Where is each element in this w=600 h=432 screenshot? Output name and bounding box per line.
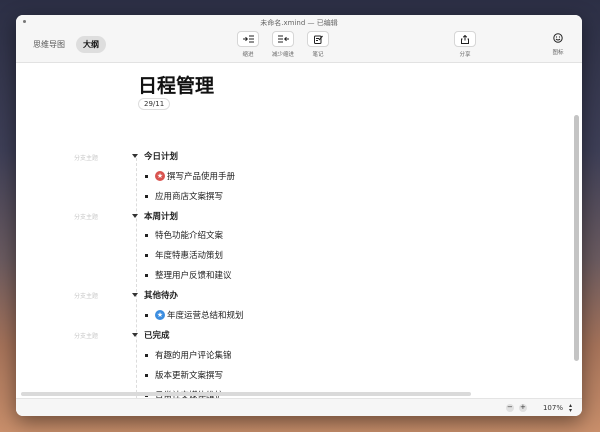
- zoom-out-button[interactable]: −: [506, 404, 514, 412]
- window-title: 未命名.xmind — 已编辑: [16, 18, 582, 28]
- item-text: 整理用户反馈和建议: [155, 269, 232, 281]
- indent-button[interactable]: 缩进: [231, 31, 265, 58]
- collapse-triangle-icon[interactable]: [132, 333, 138, 337]
- notes-button[interactable]: 笔记: [301, 31, 335, 58]
- bullet-icon: [145, 254, 148, 257]
- item-text: 应用商店文案撰写: [155, 190, 223, 202]
- tab-outline[interactable]: 大纲: [76, 36, 106, 53]
- section-today[interactable]: 今日计划: [132, 149, 178, 163]
- collapse-triangle-icon[interactable]: [132, 214, 138, 218]
- bullet-icon: [145, 274, 148, 277]
- item-text: 特色功能介绍文案: [155, 229, 223, 241]
- item-text: 撰写产品使用手册: [167, 170, 235, 182]
- indent-icon: [243, 35, 254, 43]
- list-item[interactable]: 有趣的用户评论集锦: [145, 348, 232, 362]
- section-title: 今日计划: [144, 150, 178, 162]
- section-week[interactable]: 本周计划: [132, 209, 178, 223]
- icons-label: 图标: [541, 48, 575, 56]
- section-done[interactable]: 已完成: [132, 328, 170, 342]
- list-item[interactable]: ★ 撰写产品使用手册: [145, 169, 235, 183]
- section-title: 已完成: [144, 329, 170, 341]
- indent-label: 缩进: [231, 50, 265, 58]
- zoom-in-button[interactable]: +: [519, 404, 527, 412]
- notes-label: 笔记: [301, 50, 335, 58]
- tab-mindmap[interactable]: 思维导图: [26, 36, 72, 53]
- horizontal-scrollbar[interactable]: [21, 392, 471, 396]
- share-icon: [461, 35, 469, 44]
- branch-hint: 分支主题: [74, 153, 98, 162]
- list-item[interactable]: 年度特惠活动策划: [145, 248, 223, 262]
- bullet-icon: [145, 195, 148, 198]
- bullet-icon: [145, 354, 148, 357]
- list-item[interactable]: 应用商店文案撰写: [145, 189, 223, 203]
- vertical-scrollbar[interactable]: [574, 115, 579, 361]
- status-bar: − + 107% ▴▾: [16, 398, 582, 416]
- app-window: 未命名.xmind — 已编辑 思维导图 大纲 缩进 减少缩进: [16, 15, 582, 416]
- icons-button[interactable]: 图标: [541, 31, 575, 56]
- list-item[interactable]: 整理用户反馈和建议: [145, 268, 232, 282]
- outdent-icon: [278, 35, 289, 43]
- outline-canvas: 日程管理 29/11 分支主题 分支主题 分支主题 分支主题 今日计划 ★ 撰写…: [16, 63, 582, 399]
- outdent-button[interactable]: 减少缩进: [266, 31, 300, 58]
- bullet-icon: [145, 175, 148, 178]
- bullet-icon: [145, 374, 148, 377]
- section-title: 其他待办: [144, 289, 178, 301]
- list-item[interactable]: 版本更新文案撰写: [145, 368, 223, 382]
- section-other[interactable]: 其他待办: [132, 288, 178, 302]
- outdent-label: 减少缩进: [266, 50, 300, 58]
- collapse-triangle-icon[interactable]: [132, 293, 138, 297]
- bullet-icon: [145, 314, 148, 317]
- section-title: 本周计划: [144, 210, 178, 222]
- share-button[interactable]: 分享: [448, 31, 482, 58]
- item-text: 年度运营总结和规划: [167, 309, 244, 321]
- collapse-triangle-icon[interactable]: [132, 154, 138, 158]
- list-item[interactable]: 特色功能介绍文案: [145, 228, 223, 242]
- branch-hint: 分支主题: [74, 212, 98, 221]
- zoom-level[interactable]: 107%: [543, 404, 563, 412]
- notes-icon: [314, 35, 323, 44]
- item-text: 版本更新文案撰写: [155, 369, 223, 381]
- star-badge-icon: ★: [155, 171, 165, 181]
- smiley-icon: [553, 33, 563, 43]
- star-badge-icon: ★: [155, 310, 165, 320]
- item-text: 年度特惠活动策划: [155, 249, 223, 261]
- zoom-stepper-icon[interactable]: ▴▾: [569, 403, 572, 413]
- outline-guide: [136, 158, 137, 403]
- list-item[interactable]: ★ 年度运营总结和规划: [145, 308, 244, 322]
- view-switcher: 思维导图 大纲: [26, 36, 106, 53]
- bullet-icon: [145, 234, 148, 237]
- item-text: 有趣的用户评论集锦: [155, 349, 232, 361]
- share-label: 分享: [448, 50, 482, 58]
- title-bar: 未命名.xmind — 已编辑 思维导图 大纲 缩进 减少缩进: [16, 15, 582, 63]
- branch-hint: 分支主题: [74, 291, 98, 300]
- date-badge: 29/11: [138, 98, 170, 110]
- page-title[interactable]: 日程管理: [138, 71, 214, 98]
- branch-hint: 分支主题: [74, 331, 98, 340]
